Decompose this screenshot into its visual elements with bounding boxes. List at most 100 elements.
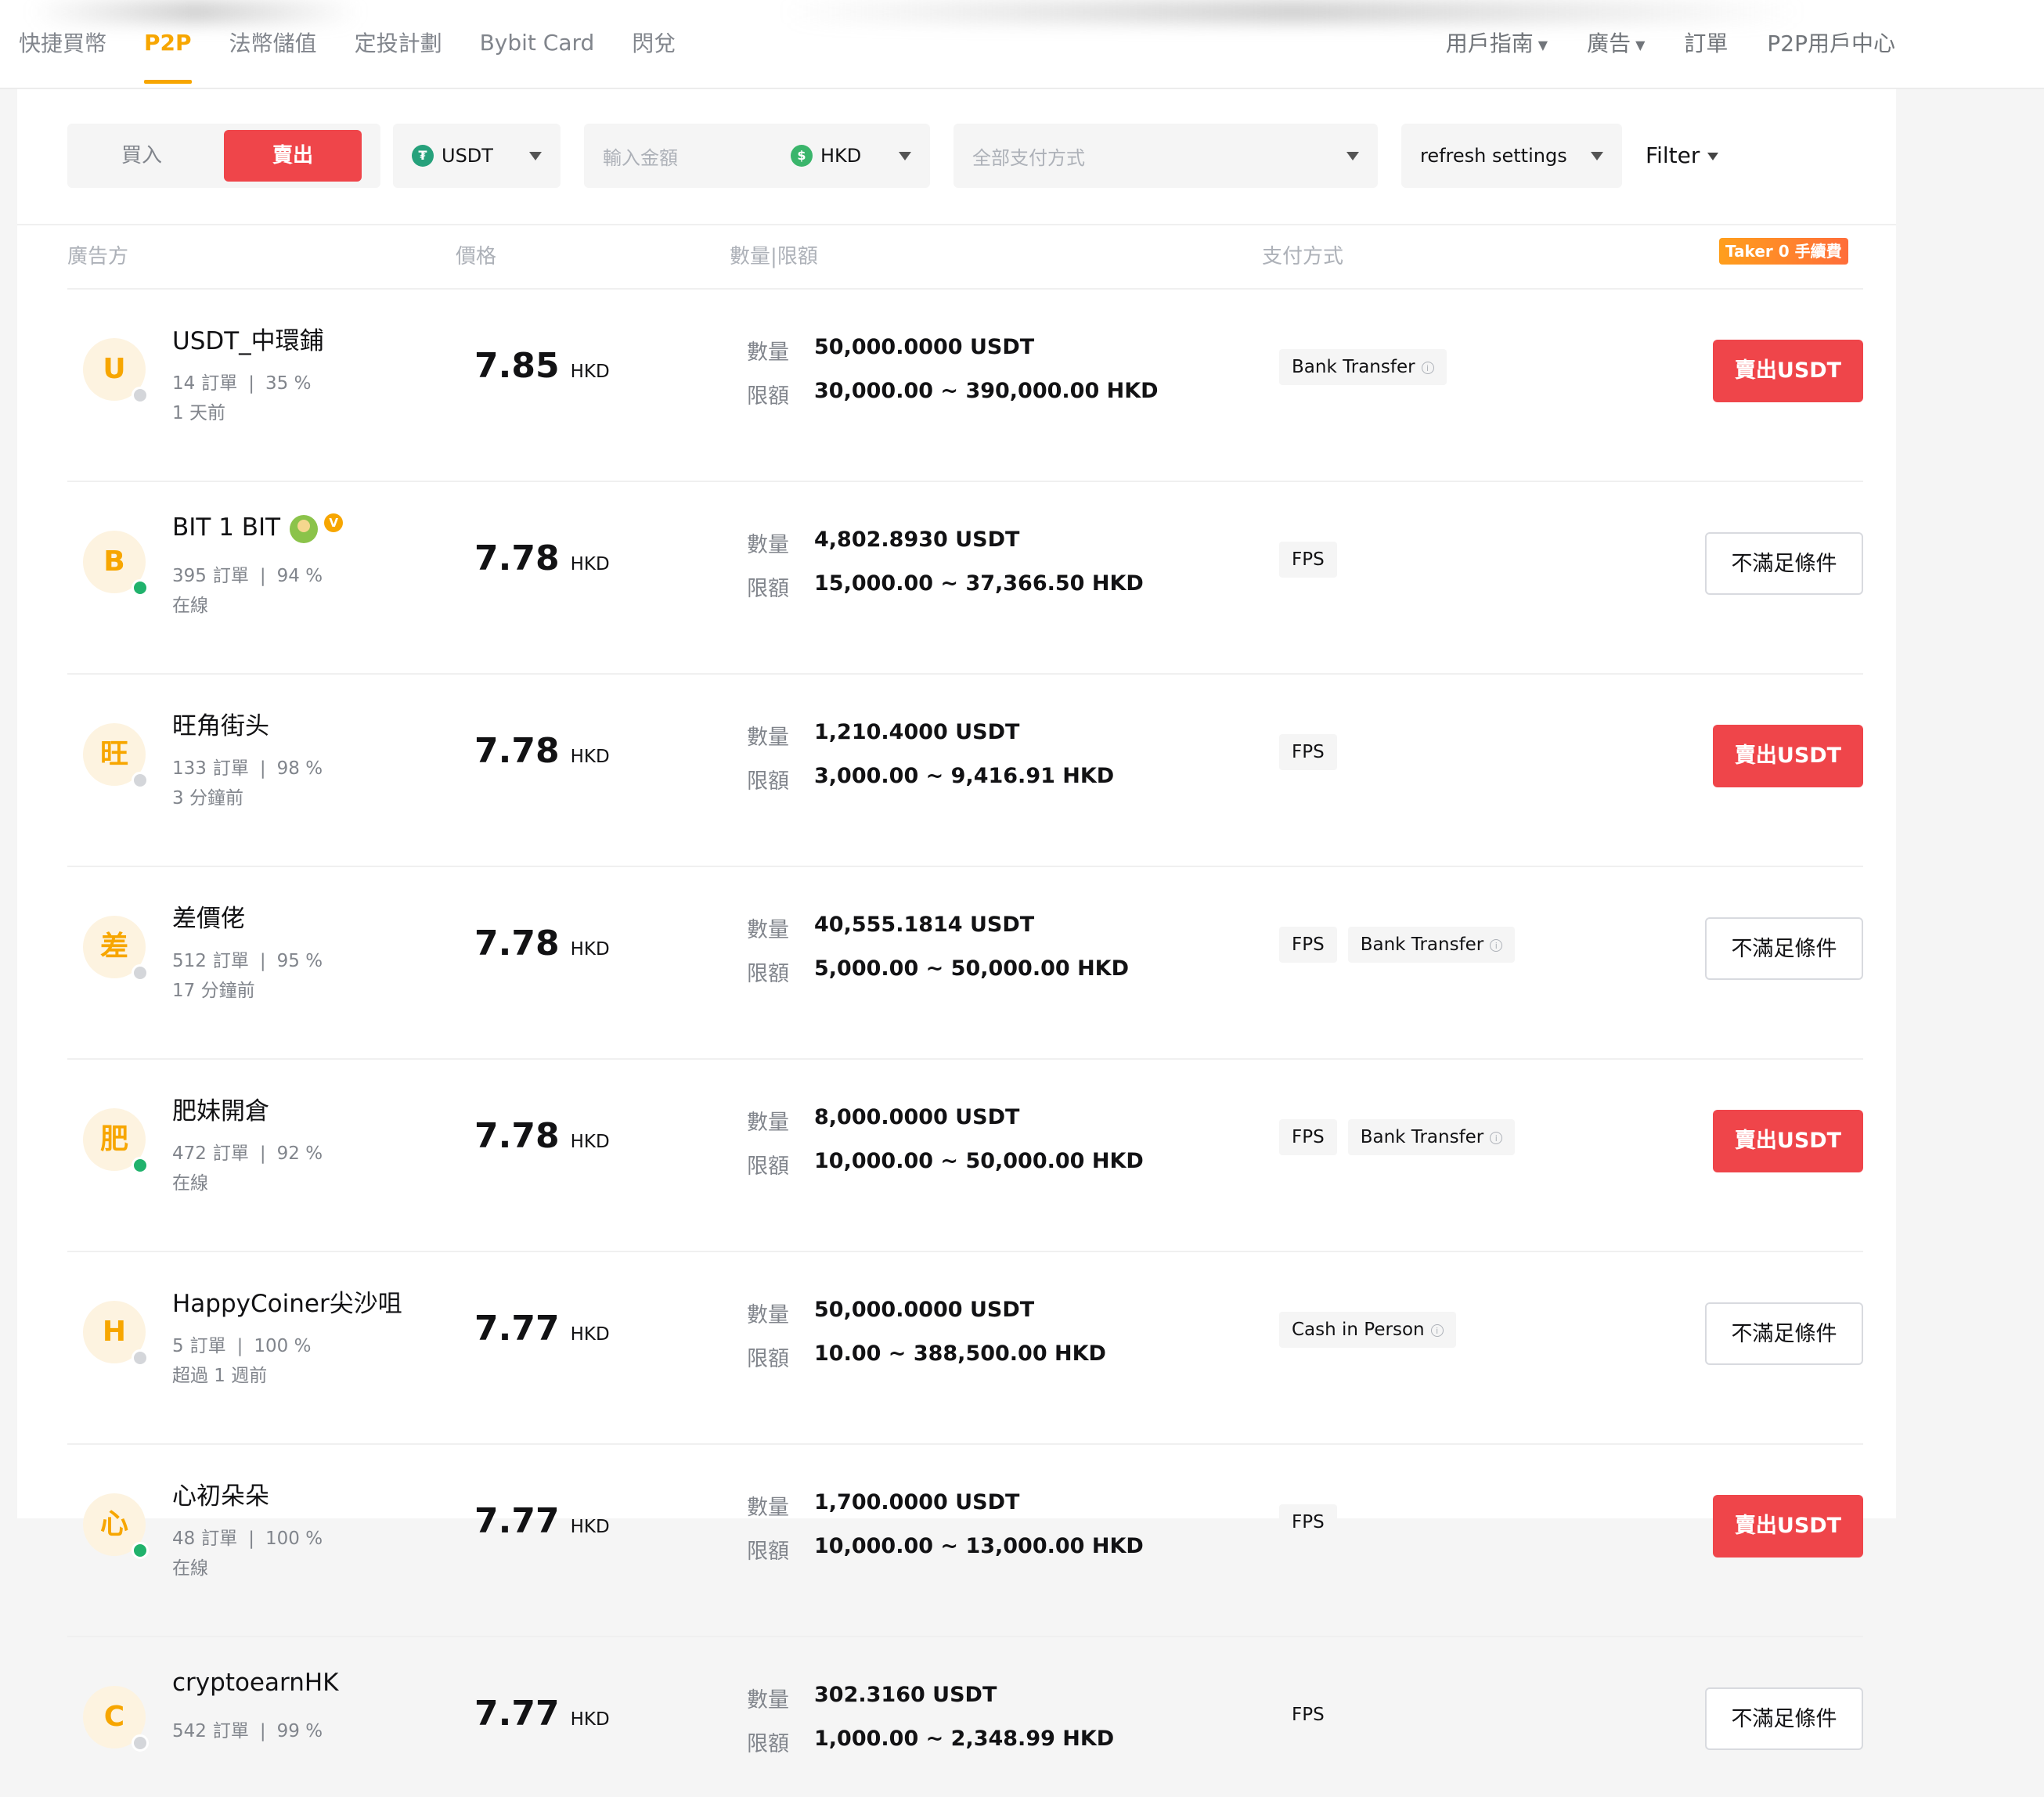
order-count: 542 <box>172 1721 207 1741</box>
amount-input[interactable]: 輸入金額 <box>603 142 678 170</box>
price-currency: HKD <box>570 554 610 574</box>
coin-select[interactable]: ₮ USDT <box>393 124 561 188</box>
online-status-dot <box>132 1542 149 1559</box>
limit-value: 15,000.00 ~ 37,366.50 HKD <box>814 571 1144 596</box>
merchant-stats: 542 訂單 | 99 % <box>172 1716 323 1742</box>
merchant-name[interactable]: BIT 1 BIT V <box>172 513 344 543</box>
chevron-down-icon <box>1346 152 1359 160</box>
nav-right-link-1[interactable]: 廣告 ▼ <box>1587 27 1645 58</box>
price-value: 7.78 <box>474 538 560 578</box>
online-status-dot <box>132 1157 149 1174</box>
payment-method-name: FPS <box>1292 1512 1325 1532</box>
order-unit: 訂單 <box>212 566 249 586</box>
nav-right-link-3[interactable]: P2P用戶中心 <box>1767 27 1895 58</box>
merchant-name[interactable]: 差價佬 <box>172 898 245 934</box>
limit-label: 限額 <box>747 577 789 601</box>
payment-methods: FPS Bank Transfer i <box>1279 1119 1526 1155</box>
sell-usdt-button[interactable]: 賣出USDT <box>1713 1495 1863 1558</box>
merchant-name[interactable]: USDT_中環鋪 <box>172 321 324 356</box>
conditions-not-met-button[interactable]: 不滿足條件 <box>1705 1687 1863 1750</box>
order-count: 512 <box>172 951 207 971</box>
last-seen: 超過 1 週前 <box>172 1366 268 1386</box>
limit-value: 1,000.00 ~ 2,348.99 HKD <box>814 1727 1115 1751</box>
quantity-value: 40,555.1814 USDT <box>814 913 1035 937</box>
buy-sell-toggle: 買入 賣出 <box>67 124 380 188</box>
quantity-label: 數量 <box>747 918 789 942</box>
sell-usdt-button[interactable]: 賣出USDT <box>1713 1110 1863 1172</box>
merchant-avatar-badge-icon <box>290 514 319 543</box>
nav-right-link-0[interactable]: 用戶指南 ▼ <box>1446 27 1548 58</box>
payment-method-name: Bank Transfer <box>1360 1127 1484 1147</box>
stats-separator: | <box>259 1721 266 1741</box>
sell-usdt-button[interactable]: 賣出USDT <box>1713 340 1863 402</box>
sell-usdt-button[interactable]: 賣出USDT <box>1713 725 1863 787</box>
nav-link-2[interactable]: 法幣儲值 <box>229 27 317 58</box>
price: 7.77 HKD <box>474 1694 610 1734</box>
nav-right-links: 用戶指南 ▼ 廣告 ▼ 訂單 P2P用戶中心 <box>1407 0 1895 85</box>
info-icon[interactable]: i <box>1490 938 1503 952</box>
conditions-not-met-button[interactable]: 不滿足條件 <box>1705 532 1863 595</box>
price-currency: HKD <box>570 1324 610 1345</box>
merchant-name[interactable]: HappyCoiner尖沙咀 <box>172 1284 402 1319</box>
filter-button[interactable]: Filter <box>1646 124 1719 188</box>
ad-row: U USDT_中環鋪 14 訂單 | 35 % 1 天前 7.85 HKD 數量 50,000.00… <box>67 288 1863 449</box>
merchant-name[interactable]: cryptoearnHK <box>172 1669 339 1697</box>
caret-down-icon: ▼ <box>1635 37 1646 52</box>
limit-label: 限額 <box>747 1154 789 1179</box>
fiat-select[interactable]: $ HKD <box>791 124 861 188</box>
buy-tab[interactable]: 買入 <box>67 124 216 188</box>
conditions-not-met-button[interactable]: 不滿足條件 <box>1705 917 1863 980</box>
top-navigation: 快捷買幣 P2P 法幣儲值 定投計劃 Bybit Card 閃兌 用戶指南 ▼ 廣告 ▼ 訂單 P2… <box>0 0 2044 89</box>
quantity-value: 4,802.8930 USDT <box>814 528 1020 552</box>
merchant-name-text: 心初朵朵 <box>172 1482 269 1511</box>
payment-method-select[interactable]: 全部支付方式 <box>954 124 1378 188</box>
order-unit: 訂單 <box>212 758 249 779</box>
chevron-down-icon <box>529 152 542 160</box>
nav-link-4[interactable]: Bybit Card <box>480 30 595 56</box>
refresh-settings-label: refresh settings <box>1420 145 1567 167</box>
info-icon[interactable]: i <box>1430 1323 1444 1337</box>
price-value: 7.77 <box>474 1694 560 1734</box>
price-value: 7.77 <box>474 1309 560 1349</box>
nav-right-link-2[interactable]: 訂單 <box>1684 27 1728 58</box>
price-value: 7.78 <box>474 731 560 771</box>
limit-label: 限額 <box>747 1540 789 1564</box>
info-icon[interactable]: i <box>1490 1131 1503 1144</box>
merchant-stats: 133 訂單 | 98 % <box>172 753 323 780</box>
quantity-label: 數量 <box>747 1496 789 1520</box>
header-price: 價格 <box>456 245 497 268</box>
payment-methods: FPS <box>1279 542 1348 578</box>
ad-row: 心心初朵朵 48 訂單 | 100 % 在線 7.77 HKD 數量 1,700.0000 USD… <box>67 1443 1863 1604</box>
order-count: 395 <box>172 566 207 586</box>
filter-bar: 買入 賣出 ₮ USDT 輸入金額 $ HKD 全部支付方式 refresh s… <box>17 89 1896 225</box>
last-seen: 17 分鐘前 <box>172 981 255 1001</box>
sell-tab[interactable]: 賣出 <box>224 130 362 182</box>
merchant-name[interactable]: 肥妹開倉 <box>172 1091 269 1126</box>
nav-link-1[interactable]: P2P <box>144 30 192 84</box>
nav-right-link-label: 訂單 <box>1684 31 1729 56</box>
completion-rate: 92 % <box>276 1143 323 1164</box>
nav-link-5[interactable]: 閃兌 <box>632 27 676 58</box>
quantity-label: 數量 <box>747 1303 789 1327</box>
conditions-not-met-button[interactable]: 不滿足條件 <box>1705 1302 1863 1365</box>
price-currency: HKD <box>570 939 610 960</box>
merchant-name[interactable]: 心初朵朵 <box>172 1476 269 1511</box>
payment-method-name: Bank Transfer <box>1360 935 1484 955</box>
limit-value: 3,000.00 ~ 9,416.91 HKD <box>814 764 1115 788</box>
stats-separator: | <box>236 1336 243 1356</box>
refresh-settings-select[interactable]: refresh settings <box>1401 124 1622 188</box>
stats-separator: | <box>259 951 266 971</box>
nav-link-0[interactable]: 快捷買幣 <box>19 27 106 58</box>
price: 7.78 HKD <box>474 924 610 963</box>
caret-down-icon: ▼ <box>1538 37 1548 52</box>
nav-right-link-label: 用戶指南 <box>1445 31 1534 56</box>
limit-label: 限額 <box>747 384 789 409</box>
quantity-value: 1,700.0000 USDT <box>814 1490 1020 1514</box>
price: 7.77 HKD <box>474 1501 610 1541</box>
online-status-dot <box>132 579 149 596</box>
completion-rate: 99 % <box>276 1721 323 1741</box>
merchant-name[interactable]: 旺角街头 <box>172 706 269 741</box>
info-icon[interactable]: i <box>1421 361 1434 374</box>
nav-link-3[interactable]: 定投計劃 <box>355 27 442 58</box>
stats-separator: | <box>248 1529 255 1549</box>
